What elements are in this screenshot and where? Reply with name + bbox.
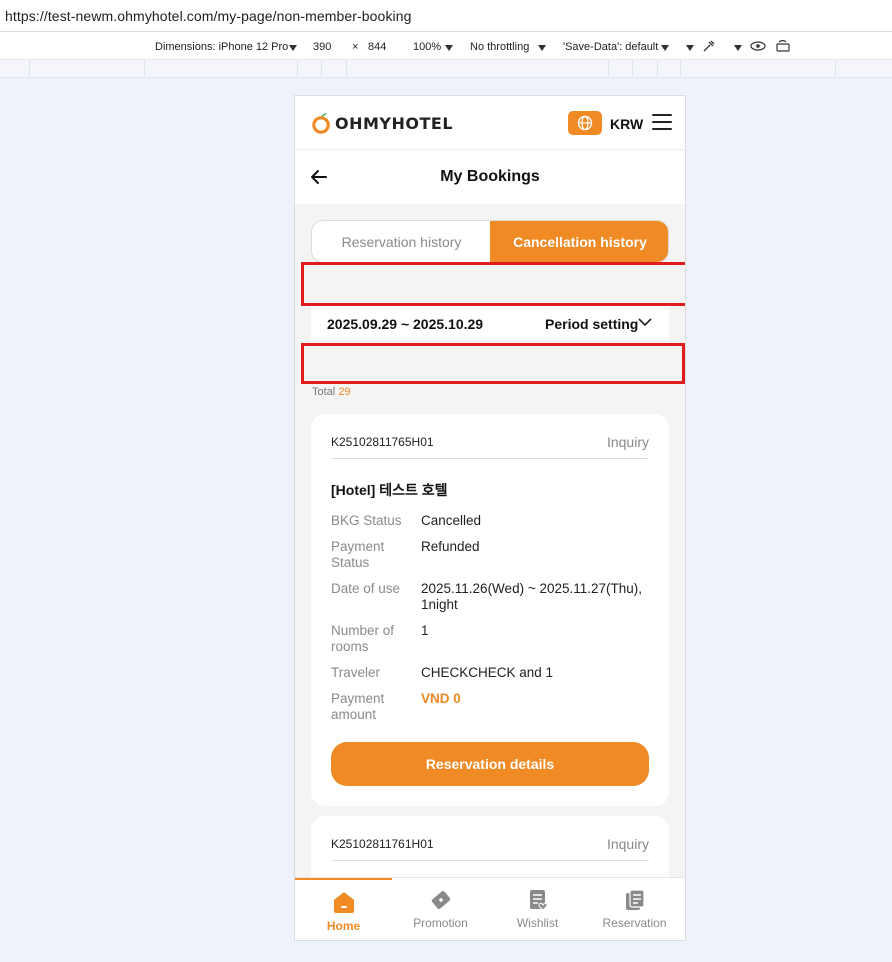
nav-reservation[interactable]: Reservation [586,878,683,940]
total-count: Total 29 [312,386,351,398]
nav-label: Home [326,919,361,933]
url-text[interactable]: https://test-newm.ohmyhotel.com/my-page/… [5,8,412,24]
devtools-device-toolbar: Dimensions: iPhone 12 Pro 390 × 844 100%… [0,32,892,60]
inquiry-link[interactable]: Inquiry [607,434,649,450]
eye-icon[interactable] [750,40,766,52]
booking-code: K25102811765H01 [331,435,434,449]
vision-caret-icon[interactable] [734,45,742,51]
inquiry-link[interactable]: Inquiry [607,836,649,852]
zoom-caret-icon[interactable] [445,45,453,51]
devtools-ruler [0,60,892,78]
nav-label: Promotion [413,916,468,930]
nav-promotion[interactable]: Promotion [392,878,489,940]
highlight-box-bottom [301,343,685,384]
nav-label: Wishlist [516,916,559,930]
mobile-viewport: OHMYHOTEL KRW My Bookings Reservation hi… [294,95,686,941]
browser-url-bar[interactable]: https://test-newm.ohmyhotel.com/my-page/… [0,0,892,32]
history-tabs: Reservation history Cancellation history [311,220,669,263]
wishlist-icon [530,890,548,911]
row-value: 2025.11.26(Wed) ~ 2025.11.27(Thu), 1nigh… [421,581,643,612]
reservation-icon [626,889,645,910]
ticket-icon [431,891,451,909]
row-value: 1 [421,623,429,638]
height-input[interactable]: 844 [368,41,386,53]
bottom-navigation: Home Promotion Wishlist Reservation [295,877,685,940]
total-label: Total [312,386,336,398]
period-range: 2025.09.29 ~ 2025.10.29 [327,316,484,332]
globe-icon [577,115,593,131]
zoom-select[interactable]: 100% [413,41,441,53]
period-filter[interactable]: 2025.09.29 ~ 2025.10.29 Period setting [311,306,669,340]
app-header: OHMYHOTEL KRW [295,96,685,150]
hotel-name: [Hotel] 테스트 호텔 [331,482,448,498]
hamburger-menu-icon[interactable] [652,114,672,131]
logo-text: OHMYHOTEL [335,113,454,133]
nav-home[interactable]: Home [295,878,392,940]
reservation-details-button[interactable]: Reservation details [331,742,649,786]
row-label: Traveler [331,665,381,680]
row-label: Payment Status [331,539,385,570]
rotate-device-icon[interactable] [775,39,791,53]
currency-button[interactable]: KRW [610,116,643,132]
tab-cancellation-history[interactable]: Cancellation history [490,221,668,262]
row-label: Date of use [331,581,401,596]
highlight-box-top [301,262,685,306]
period-setting-button[interactable]: Period setting [545,316,638,332]
divider [331,458,649,459]
booking-code: K25102811761H01 [331,837,434,851]
page-titlebar: My Bookings [295,150,685,204]
times-sign: × [352,41,359,53]
total-number: 29 [338,386,351,398]
nav-wishlist[interactable]: Wishlist [489,878,586,940]
eyedropper-icon[interactable] [702,39,716,53]
payment-amount: VND 0 [421,691,461,706]
row-label: Payment amount [331,691,385,722]
throttling-select[interactable]: No throttling [470,41,529,53]
dimensions-select[interactable]: Dimensions: iPhone 12 Pro [155,41,288,53]
divider [331,860,649,861]
row-label: BKG Status [331,513,402,528]
row-label: Number of rooms [331,623,395,654]
more-caret-icon[interactable] [686,45,694,51]
row-value: Refunded [421,539,480,554]
nav-label: Reservation [602,916,667,930]
save-data-select[interactable]: 'Save-Data': default [563,41,658,53]
booking-card: K25102811765H01 Inquiry [Hotel] 테스트 호텔 B… [311,414,669,806]
ohmyhotel-logo[interactable]: OHMYHOTEL [311,110,453,136]
chevron-down-icon[interactable] [638,318,652,327]
throttling-caret-icon[interactable] [538,45,546,51]
save-data-caret-icon[interactable] [661,45,669,51]
row-value: Cancelled [421,513,482,528]
home-icon [334,892,354,913]
language-button[interactable] [568,111,602,135]
width-input[interactable]: 390 [313,41,331,53]
orange-logo-icon [312,113,330,134]
dimensions-caret-icon[interactable] [289,45,297,51]
page-title: My Bookings [440,168,540,185]
tab-reservation-history[interactable]: Reservation history [312,221,491,262]
row-value: CHECKCHECK and 1 [421,665,554,680]
